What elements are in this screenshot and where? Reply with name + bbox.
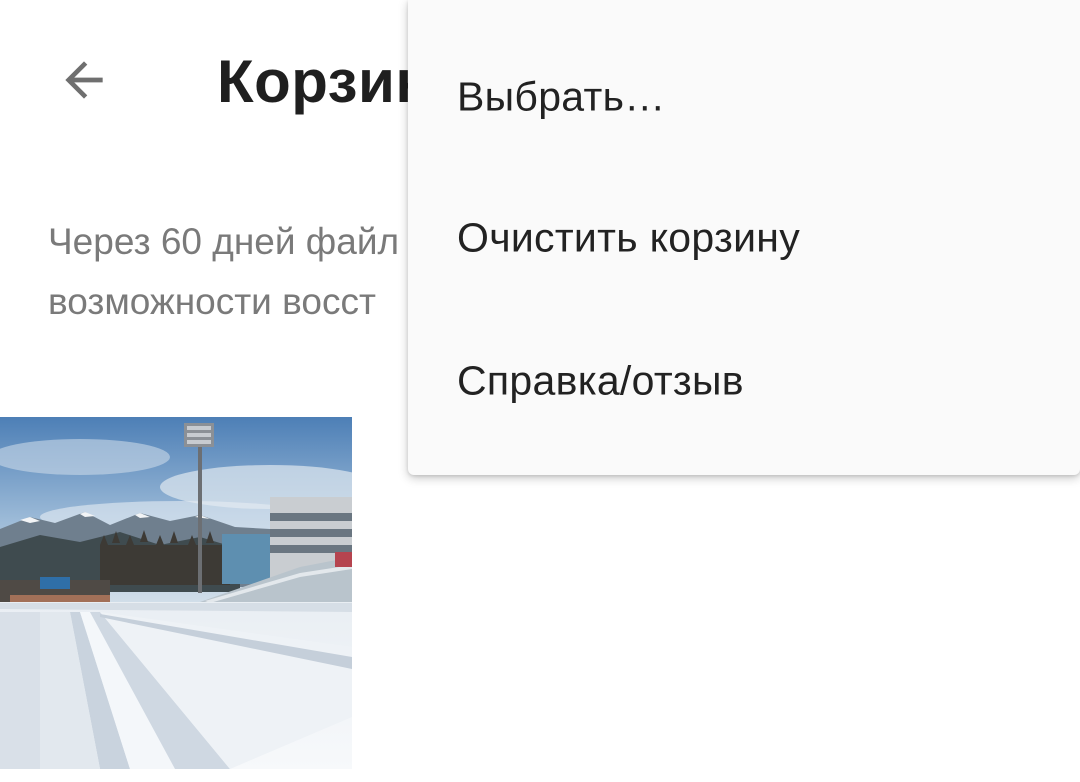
menu-item-help-feedback-label: Справка/отзыв — [457, 357, 744, 404]
ski-stadium-photo — [0, 417, 352, 769]
arrow-left-icon — [65, 61, 103, 99]
menu-item-help-feedback[interactable]: Справка/отзыв — [408, 311, 1080, 451]
overflow-menu: Выбрать… Очистить корзину Справка/отзыв — [408, 0, 1080, 475]
menu-item-empty-trash-label: Очистить корзину — [457, 214, 801, 261]
menu-item-select-label: Выбрать… — [457, 73, 666, 120]
trash-screen: Корзин Через 60 дней файл возможности во… — [0, 0, 1080, 782]
back-button[interactable] — [44, 40, 124, 120]
trash-photo-thumbnail[interactable] — [0, 417, 352, 769]
page-title: Корзин — [217, 48, 433, 115]
menu-item-empty-trash[interactable]: Очистить корзину — [408, 168, 1080, 308]
menu-item-select[interactable]: Выбрать… — [408, 27, 1080, 167]
